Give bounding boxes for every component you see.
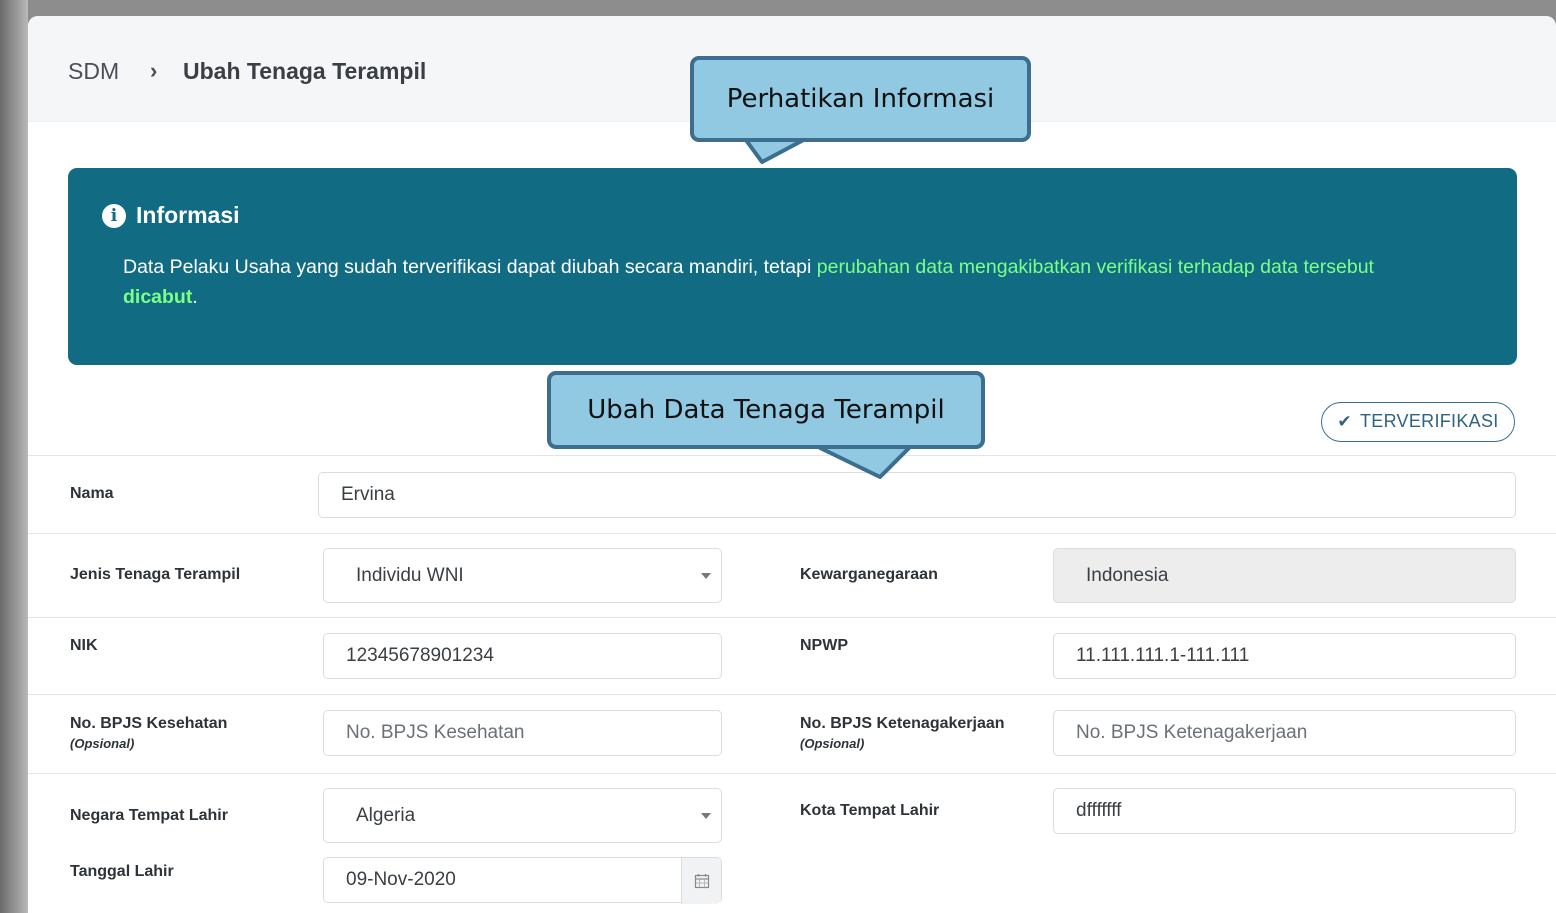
- info-message: Data Pelaku Usaha yang sudah terverifika…: [123, 252, 1443, 312]
- bpjs-kesehatan-optional: (Opsional): [70, 736, 135, 751]
- negara-lahir-label: Negara Tempat Lahir: [70, 807, 228, 824]
- info-alert: i Informasi Data Pelaku Usaha yang sudah…: [68, 168, 1517, 365]
- bpjs-ketenagakerjaan-label: No. BPJS Ketenagakerjaan: [800, 715, 1005, 732]
- divider: [28, 694, 1556, 695]
- verified-badge[interactable]: ✔ TERVERIFIKASI: [1321, 402, 1515, 442]
- breadcrumb-root[interactable]: SDM: [68, 58, 119, 85]
- jenis-tenaga-value: Individu WNI: [356, 565, 464, 586]
- bpjs-kesehatan-field[interactable]: [323, 710, 722, 756]
- breadcrumb-chevron-icon: ›: [150, 58, 158, 83]
- nik-label: NIK: [70, 637, 98, 654]
- info-text-normal: Data Pelaku Usaha yang sudah terverifika…: [123, 256, 817, 278]
- tanggal-lahir-field[interactable]: 09-Nov-2020: [323, 857, 722, 904]
- info-text-highlight: perubahan data mengakibatkan verifikasi …: [816, 256, 1374, 278]
- tanggal-lahir-value: 09-Nov-2020: [346, 869, 456, 890]
- callout-info-text: Perhatikan Informasi: [726, 84, 995, 114]
- info-title: Informasi: [136, 202, 240, 228]
- check-icon: ✔: [1337, 412, 1352, 431]
- tanggal-lahir-label: Tanggal Lahir: [70, 863, 174, 880]
- background-shade: [0, 0, 28, 913]
- calendar-icon[interactable]: [681, 858, 721, 904]
- chevron-down-icon: [701, 573, 711, 579]
- bpjs-ketenagakerjaan-field[interactable]: [1053, 710, 1516, 756]
- kewarganegaraan-label: Kewarganegaraan: [800, 566, 938, 583]
- negara-lahir-value: Algeria: [356, 805, 416, 826]
- negara-lahir-select[interactable]: Algeria: [323, 788, 722, 843]
- divider: [28, 617, 1556, 618]
- info-text-end: .: [192, 286, 198, 308]
- kewarganegaraan-value: Indonesia: [1086, 565, 1169, 586]
- nama-label: Nama: [70, 485, 114, 502]
- kota-lahir-field[interactable]: [1053, 788, 1516, 834]
- chevron-down-icon: [701, 813, 711, 819]
- divider: [28, 455, 1556, 456]
- jenis-tenaga-label: Jenis Tenaga Terampil: [70, 566, 241, 583]
- info-text-bold: dicabut: [123, 286, 193, 308]
- bpjs-kesehatan-label: No. BPJS Kesehatan: [70, 715, 228, 732]
- jenis-tenaga-select[interactable]: Individu WNI: [323, 548, 722, 603]
- kota-lahir-label: Kota Tempat Lahir: [800, 802, 940, 819]
- callout-info: Perhatikan Informasi: [690, 56, 1031, 142]
- kewarganegaraan-field: Indonesia: [1053, 548, 1516, 603]
- nik-field[interactable]: [323, 633, 722, 679]
- verified-label: TERVERIFIKASI: [1359, 411, 1499, 431]
- bpjs-ketenagakerjaan-optional: (Opsional): [800, 736, 865, 751]
- divider: [28, 533, 1556, 534]
- callout-form: Ubah Data Tenaga Terampil: [547, 371, 985, 449]
- npwp-label: NPWP: [800, 637, 848, 654]
- divider: [28, 773, 1556, 774]
- callout-form-text: Ubah Data Tenaga Terampil: [587, 395, 945, 425]
- info-icon: i: [102, 204, 126, 228]
- breadcrumb-current: Ubah Tenaga Terampil: [183, 58, 427, 84]
- npwp-field[interactable]: [1053, 633, 1516, 679]
